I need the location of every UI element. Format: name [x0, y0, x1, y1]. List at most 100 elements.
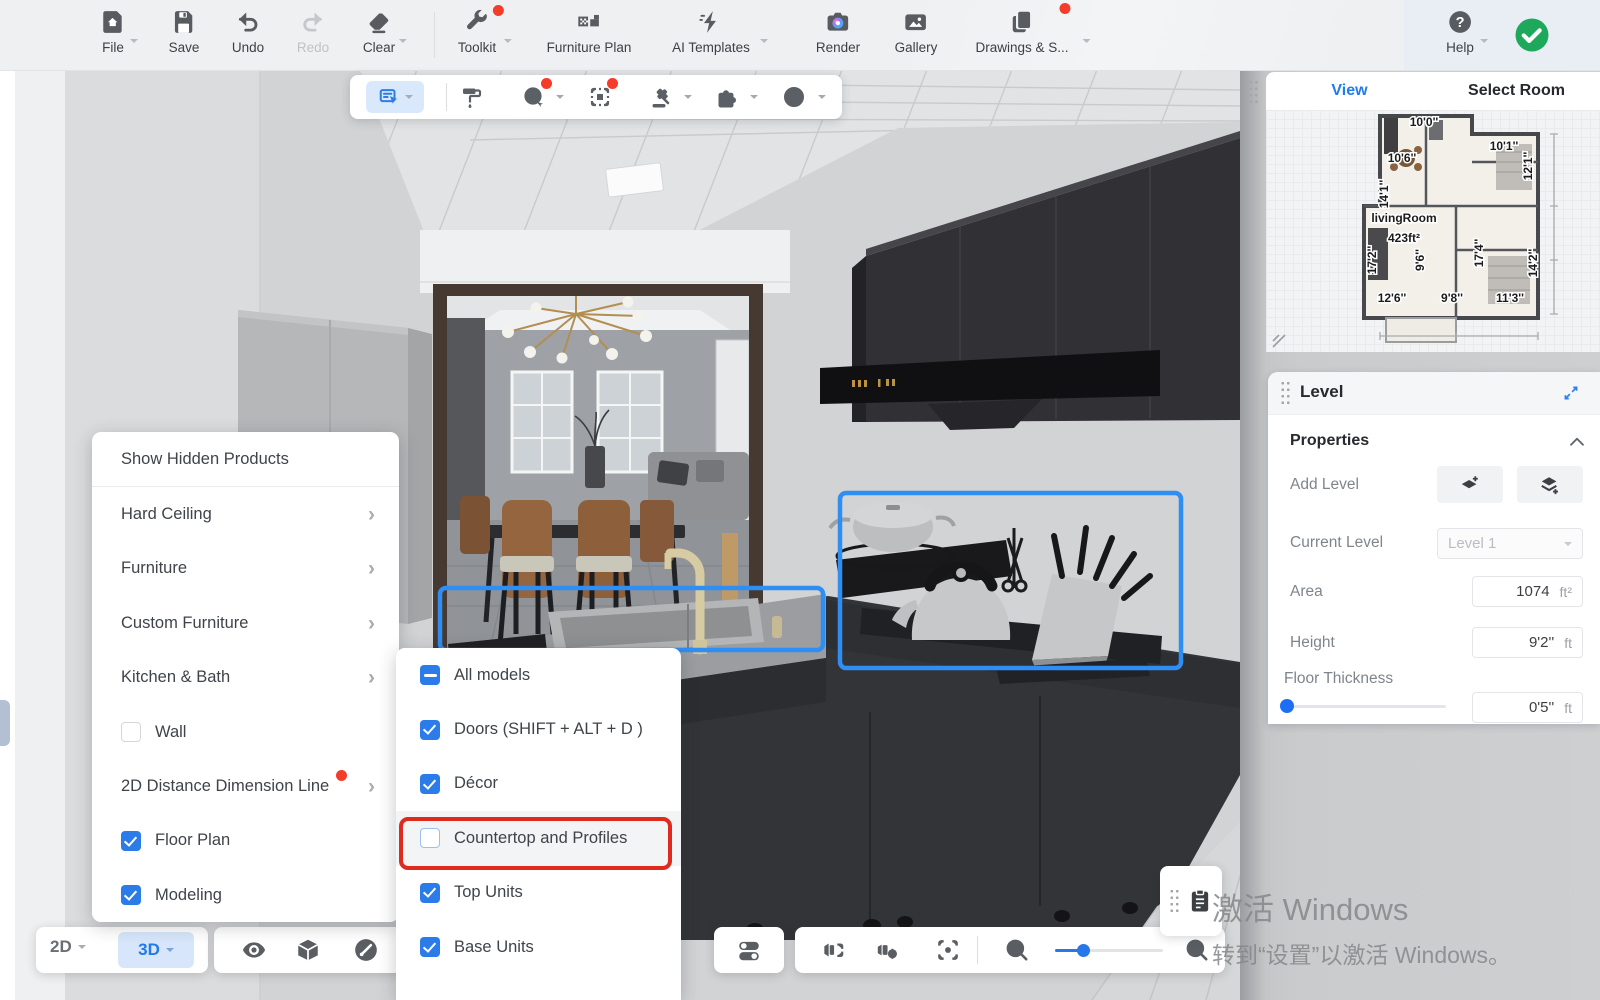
- panel-drag-handle[interactable]: [1169, 888, 1180, 914]
- floor-thickness-label: Floor Thickness: [1284, 670, 1394, 687]
- menu-item-2d-distance-dimension-line[interactable]: 2D Distance Dimension Line ›: [92, 759, 399, 813]
- chevron-right-icon: ›: [368, 611, 375, 635]
- file-button[interactable]: File: [100, 9, 138, 55]
- zoom-out-icon: [1006, 939, 1028, 961]
- marquee-select-button[interactable]: [588, 85, 612, 109]
- dim-label: 9'6'': [1413, 249, 1427, 271]
- menu-item-kitchen-bath[interactable]: Kitchen & Bath ›: [92, 651, 399, 705]
- menu-item-furniture[interactable]: Furniture ›: [92, 542, 399, 596]
- menu-item-modeling[interactable]: Modeling: [92, 868, 399, 922]
- top-toolbar: File Save Undo Redo Clear Toolkit Furnit…: [0, 0, 1600, 71]
- undo-button[interactable]: Undo: [232, 9, 264, 55]
- gallery-button[interactable]: Gallery: [895, 9, 937, 55]
- top-units-checkbox[interactable]: [420, 882, 440, 903]
- walkthrough-button[interactable]: [353, 937, 379, 968]
- furniture-plan-button[interactable]: Furniture Plan: [547, 9, 631, 55]
- decor-checkbox[interactable]: [420, 773, 440, 794]
- annotate-select-button[interactable]: [366, 81, 424, 113]
- toggles-icon: [739, 941, 759, 961]
- toggles-button[interactable]: [736, 937, 762, 968]
- camera-view-button[interactable]: [820, 937, 846, 968]
- 3d-mode-button[interactable]: 3D: [118, 932, 194, 968]
- floor-thickness-track[interactable]: [1286, 705, 1446, 708]
- zoom-in-button[interactable]: [1184, 937, 1210, 968]
- collapse-chevron-icon[interactable]: [1568, 434, 1586, 448]
- base-units-checkbox[interactable]: [420, 937, 440, 958]
- modeling-checkbox[interactable]: [121, 885, 141, 906]
- chevron-down-icon: [77, 945, 86, 953]
- focus-center-button[interactable]: [935, 937, 961, 968]
- panel-drag-handle[interactable]: [1280, 380, 1291, 406]
- room-label: livingRoom: [1371, 211, 1436, 225]
- measure-tool-button[interactable]: [650, 85, 674, 109]
- save-button[interactable]: Save: [169, 9, 199, 55]
- zoom-slider-track[interactable]: [1055, 944, 1163, 957]
- focus-icon: [938, 940, 958, 960]
- doors-checkbox[interactable]: [420, 719, 440, 740]
- orthographic-button[interactable]: [295, 937, 321, 968]
- floor-thickness-field[interactable]: ft: [1472, 692, 1583, 723]
- help-button[interactable]: ? Help: [1446, 9, 1488, 55]
- drawings-button[interactable]: Drawings & S...: [975, 3, 1091, 55]
- chevron-down-icon: [130, 39, 138, 47]
- camera-frame-icon: [824, 943, 844, 958]
- clear-button[interactable]: Clear: [363, 9, 408, 55]
- canvas-toolb ar: [350, 75, 842, 119]
- add-level-below-button[interactable]: [1517, 466, 1583, 503]
- menu-item-countertop-and-profiles[interactable]: Countertop and Profiles: [396, 811, 681, 866]
- help-icon: ?: [1449, 11, 1471, 33]
- render-button[interactable]: Render: [816, 9, 860, 55]
- all-models-checkbox[interactable]: [420, 665, 440, 686]
- render-camera-icon: [827, 12, 849, 31]
- menu-item-hard-ceiling[interactable]: Hard Ceiling ›: [92, 487, 399, 541]
- area-input[interactable]: [1483, 583, 1550, 600]
- floorplan-minimap[interactable]: 10'0'' 10'6'' 10'1'' 14'1'' 12'1'' livin…: [1266, 110, 1600, 352]
- menu-item-decor[interactable]: Décor: [396, 757, 681, 811]
- toolkit-button[interactable]: Toolkit: [458, 5, 513, 55]
- add-level-above-button[interactable]: [1437, 466, 1503, 503]
- floor-thickness-input[interactable]: [1483, 699, 1555, 716]
- menu-item-base-units[interactable]: Base Units: [396, 920, 681, 974]
- dim-label: 12'1'': [1521, 152, 1535, 181]
- menu-item-all-models[interactable]: All models: [396, 648, 681, 702]
- current-level-select[interactable]: [1437, 528, 1583, 559]
- wall-checkbox[interactable]: [121, 722, 141, 743]
- sync-ok-button[interactable]: [1514, 17, 1550, 58]
- zoom-slider-knob[interactable]: [1077, 944, 1090, 957]
- add-layers-icon: [1541, 476, 1558, 494]
- height-field[interactable]: ft: [1472, 627, 1583, 658]
- resize-handle-icon[interactable]: [1272, 334, 1288, 350]
- dim-label: 17'2'': [1365, 246, 1379, 275]
- menu-item-wall[interactable]: Wall: [92, 705, 399, 759]
- floor-thickness-slider[interactable]: [1280, 699, 1294, 713]
- height-input[interactable]: [1483, 634, 1555, 651]
- expand-icon[interactable]: [1562, 384, 1580, 402]
- area-field[interactable]: ft²: [1472, 576, 1583, 607]
- tab-view[interactable]: View: [1266, 82, 1433, 100]
- clipboard-float-button[interactable]: [1160, 866, 1222, 936]
- ai-templates-button[interactable]: AI Templates: [672, 9, 768, 55]
- redo-button[interactable]: Redo: [297, 9, 329, 55]
- countertop-checkbox[interactable]: [420, 828, 440, 849]
- visibility-button[interactable]: [241, 937, 267, 968]
- plugins-button[interactable]: [714, 85, 738, 109]
- replace-model-button[interactable]: [522, 85, 546, 109]
- menu-item-top-units[interactable]: Top Units: [396, 866, 681, 920]
- paint-roller-button[interactable]: [460, 85, 484, 109]
- target-tool-button[interactable]: [782, 85, 806, 109]
- menu-item-floor-plan[interactable]: Floor Plan: [92, 814, 399, 868]
- menu-item-show-hidden-products[interactable]: Show Hidden Products: [92, 432, 399, 488]
- left-panel-handle[interactable]: [0, 700, 10, 746]
- menu-item-custom-furniture[interactable]: Custom Furniture ›: [92, 596, 399, 650]
- dining-room-opening: [433, 284, 763, 656]
- camera-settings-button[interactable]: [874, 937, 900, 968]
- menu-item-doors[interactable]: Doors (SHIFT + ALT + D ): [396, 702, 681, 756]
- floor-plan-checkbox[interactable]: [121, 830, 141, 851]
- dim-label: 10'1'': [1490, 139, 1519, 153]
- panel-drag-handle[interactable]: [1248, 79, 1259, 105]
- zoom-out-button[interactable]: [1004, 937, 1030, 968]
- chevron-right-icon: ›: [368, 557, 375, 581]
- tab-select-room[interactable]: Select Room: [1433, 82, 1600, 100]
- 2d-mode-button[interactable]: 2D: [50, 937, 86, 957]
- panel-title: Level: [1300, 382, 1344, 401]
